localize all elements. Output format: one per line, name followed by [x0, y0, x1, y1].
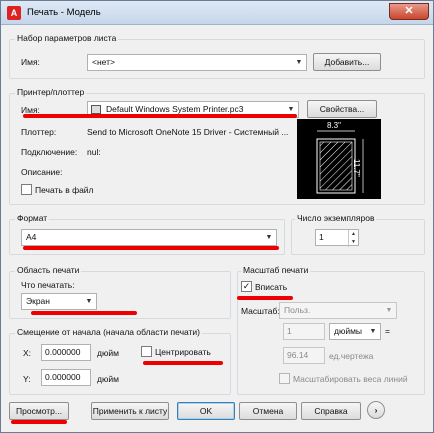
apply-to-layout-button[interactable]: Применить к листу: [91, 402, 169, 420]
properties-button[interactable]: Свойства...: [307, 100, 377, 118]
page-setup-name-value: <нет>: [92, 57, 115, 67]
window-title: Печать - Модель: [27, 7, 101, 18]
offset-y-input[interactable]: 0.000000: [41, 369, 91, 386]
chevron-down-icon: ▼: [295, 59, 303, 66]
red-underline-format: [23, 246, 279, 250]
connection-label: Подключение:: [21, 147, 78, 157]
help-button[interactable]: Справка: [301, 402, 361, 420]
print-dialog: A Печать - Модель ✕ Набор параметров лис…: [0, 0, 434, 433]
chevron-right-icon: ›: [374, 404, 378, 415]
connection-value: nul:: [87, 147, 101, 157]
copies-value: 1: [319, 232, 324, 242]
print-to-file-label: Печать в файл: [35, 185, 94, 195]
offset-x-value: 0.000000: [45, 347, 81, 357]
scale-legend: Масштаб печати: [241, 265, 311, 275]
autocad-app-icon: A: [7, 6, 21, 20]
format-select[interactable]: A4 ▼: [21, 229, 277, 246]
copies-stepper[interactable]: 1 ▲ ▼: [315, 229, 359, 247]
scale-value2: 96.14: [287, 350, 309, 360]
offset-legend: Смещение от начала (начала области печат…: [15, 327, 203, 337]
red-underline-printer: [23, 114, 297, 118]
paper-width-label: 8.3": [327, 121, 341, 130]
close-button[interactable]: ✕: [389, 3, 429, 20]
offset-x-label: X:: [23, 348, 32, 358]
red-underline-preview: [11, 420, 67, 424]
scale-label: Масштаб:: [241, 306, 280, 316]
plotter-label: Плоттер:: [21, 127, 57, 137]
scale-value2-input[interactable]: 96.14: [283, 347, 325, 364]
fit-to-paper-label: Вписать: [255, 282, 288, 292]
plotter-value: Send to Microsoft OneNote 15 Driver - Си…: [87, 127, 289, 137]
scale-unit1-value: дюймы: [334, 326, 363, 336]
spin-down-icon[interactable]: ▼: [349, 238, 358, 246]
center-plot-checkbox[interactable]: [141, 346, 152, 357]
description-label: Описание:: [21, 167, 63, 177]
format-value: A4: [26, 232, 37, 242]
print-to-file-checkbox[interactable]: [21, 184, 32, 195]
what-to-print-label: Что печатать:: [21, 280, 75, 290]
scale-unit1-select[interactable]: дюймы ▼: [329, 323, 381, 340]
scale-value1: 1: [287, 326, 292, 336]
offset-x-input[interactable]: 0.000000: [41, 344, 91, 361]
scale-value: Польз.: [284, 305, 311, 315]
what-to-print-select[interactable]: Экран ▼: [21, 293, 97, 310]
more-options-button[interactable]: ›: [367, 401, 385, 419]
print-area-legend: Область печати: [15, 265, 82, 275]
scale-lineweights-label: Масштабировать веса линий: [293, 374, 408, 384]
scale-value1-input[interactable]: 1: [283, 323, 325, 340]
paper-preview-graphic: [316, 130, 364, 194]
copies-spin[interactable]: ▲ ▼: [348, 230, 358, 247]
ok-button[interactable]: OK: [177, 402, 235, 420]
printer-legend: Принтер/плоттер: [15, 87, 87, 97]
printer-icon: [91, 105, 101, 114]
chevron-down-icon: ▼: [369, 328, 377, 335]
page-setup-legend: Набор параметров листа: [15, 33, 119, 43]
page-setup-name-select[interactable]: <нет> ▼: [87, 54, 307, 71]
paper-preview: 8.3" 11.7": [297, 119, 381, 199]
what-to-print-value: Экран: [26, 296, 50, 306]
red-underline-print-area: [31, 311, 137, 315]
offset-y-label: Y:: [23, 374, 31, 384]
add-button[interactable]: Добавить...: [313, 53, 381, 71]
chevron-down-icon: ▼: [385, 307, 393, 314]
red-underline-center: [143, 361, 223, 365]
chevron-down-icon: ▼: [265, 234, 273, 241]
scale-unit2-label: ед.чертежа: [329, 351, 374, 361]
spin-up-icon[interactable]: ▲: [349, 230, 358, 238]
offset-y-value: 0.000000: [45, 372, 81, 382]
equals-sign: =: [385, 326, 390, 336]
copies-legend: Число экземпляров: [295, 213, 377, 223]
printer-name-value: Default Windows System Printer.pc3: [106, 104, 244, 114]
cancel-button[interactable]: Отмена: [239, 402, 297, 420]
scale-lineweights-checkbox[interactable]: [279, 373, 290, 384]
page-setup-name-label: Имя:: [21, 57, 40, 67]
scale-select[interactable]: Польз. ▼: [279, 302, 397, 319]
title-bar: A Печать - Модель ✕: [1, 1, 433, 25]
preview-button[interactable]: Просмотр...: [9, 402, 69, 420]
center-plot-label: Центрировать: [155, 347, 211, 357]
fit-to-paper-checkbox[interactable]: ✓: [241, 281, 252, 292]
red-underline-fit: [237, 296, 293, 300]
offset-x-unit: дюйм: [97, 348, 119, 358]
paper-height-label: 11.7": [352, 159, 361, 177]
format-legend: Формат: [15, 213, 50, 223]
chevron-down-icon: ▼: [85, 298, 93, 305]
offset-y-unit: дюйм: [97, 374, 119, 384]
